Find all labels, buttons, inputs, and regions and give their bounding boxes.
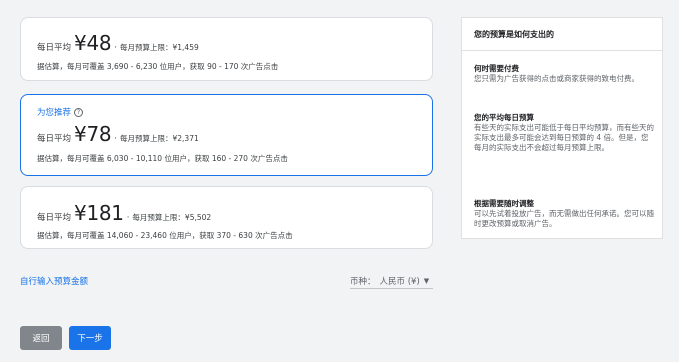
price-row: 每日平均 ¥181 · 每月预算上限：¥5,502 (37, 201, 211, 225)
separator: · (114, 43, 117, 53)
budget-option-181[interactable]: 每日平均 ¥181 · 每月预算上限：¥5,502 据估算，每月可覆盖 14,0… (20, 186, 433, 249)
price-row: 每日平均 ¥78 · 每月预算上限：¥2,371 (37, 122, 199, 146)
monthly-cap: 每月预算上限：¥5,502 (132, 213, 212, 222)
daily-price: ¥181 (74, 201, 124, 225)
separator: · (126, 213, 130, 223)
reach-estimate: 据估算，每月可覆盖 6,030 - 10,110 位用户，获取 160 - 27… (37, 154, 288, 163)
currency-select[interactable]: 币种： 人民币 (¥) ▼ (350, 273, 433, 289)
daily-average-label: 每日平均 (37, 213, 72, 223)
budget-info-panel: 您的预算是如何支出的 何时需要付费 您只需为广告获得的点击或商家获得的致电付费。… (461, 17, 663, 239)
reach-estimate: 据估算，每月可覆盖 3,690 - 6,230 位用户，获取 90 - 170 … (37, 62, 279, 71)
budget-option-48[interactable]: 每日平均 ¥48 · 每月预算上限：¥1,459 据估算，每月可覆盖 3,690… (20, 17, 433, 81)
section-body: 您只需为广告获得的点击或商家获得的致电付费。 (474, 74, 639, 83)
budget-option-78[interactable]: 为您推荐 ? 每日平均 ¥78 · 每月预算上限：¥2,371 据估算，每月可覆… (20, 94, 433, 176)
info-section-billing: 何时需要付费 您只需为广告获得的点击或商家获得的致电付费。 (474, 64, 656, 84)
panel-title: 您的预算是如何支出的 (474, 30, 554, 39)
separator: · (114, 134, 117, 144)
daily-price: ¥48 (74, 31, 112, 55)
section-heading: 何时需要付费 (474, 64, 519, 73)
caret-down-icon: ▼ (423, 276, 430, 285)
currency-label: 币种： (350, 276, 376, 287)
reach-estimate: 据估算，每月可覆盖 14,060 - 23,460 位用户，获取 370 - 6… (37, 231, 293, 240)
section-body: 有些天的实际支出可能低于每日平均预算，而有些天的实际支出最多可能会达到每日预算的… (474, 123, 654, 152)
recommended-badge: 为您推荐 ? (37, 106, 84, 118)
section-body: 可以先试着投放广告，而无需做出任何承诺。您可以随时更改预算或取消广告。 (474, 209, 654, 228)
next-button[interactable]: 下一步 (69, 326, 111, 350)
divider (462, 50, 662, 51)
daily-price: ¥78 (74, 122, 112, 146)
recommended-label: 为您推荐 (37, 108, 72, 118)
currency-value: 人民币 (¥) (379, 276, 420, 287)
help-icon[interactable]: ? (74, 107, 84, 117)
monthly-cap: 每月预算上限：¥1,459 (120, 43, 199, 52)
section-heading: 根据需要随时调整 (474, 199, 534, 208)
price-row: 每日平均 ¥48 · 每月预算上限：¥1,459 (37, 31, 199, 55)
section-heading: 您的平均每日预算 (474, 113, 534, 122)
info-section-daily-average: 您的平均每日预算 有些天的实际支出可能低于每日平均预算，而有些天的实际支出最多可… (474, 113, 656, 153)
daily-average-label: 每日平均 (37, 43, 72, 53)
back-button[interactable]: 返回 (20, 326, 62, 350)
daily-average-label: 每日平均 (37, 134, 72, 144)
info-section-adjust: 根据需要随时调整 可以先试着投放广告，而无需做出任何承诺。您可以随时更改预算或取… (474, 199, 656, 229)
custom-budget-link[interactable]: 自行输入预算金额 (20, 275, 88, 287)
monthly-cap: 每月预算上限：¥2,371 (120, 134, 199, 143)
